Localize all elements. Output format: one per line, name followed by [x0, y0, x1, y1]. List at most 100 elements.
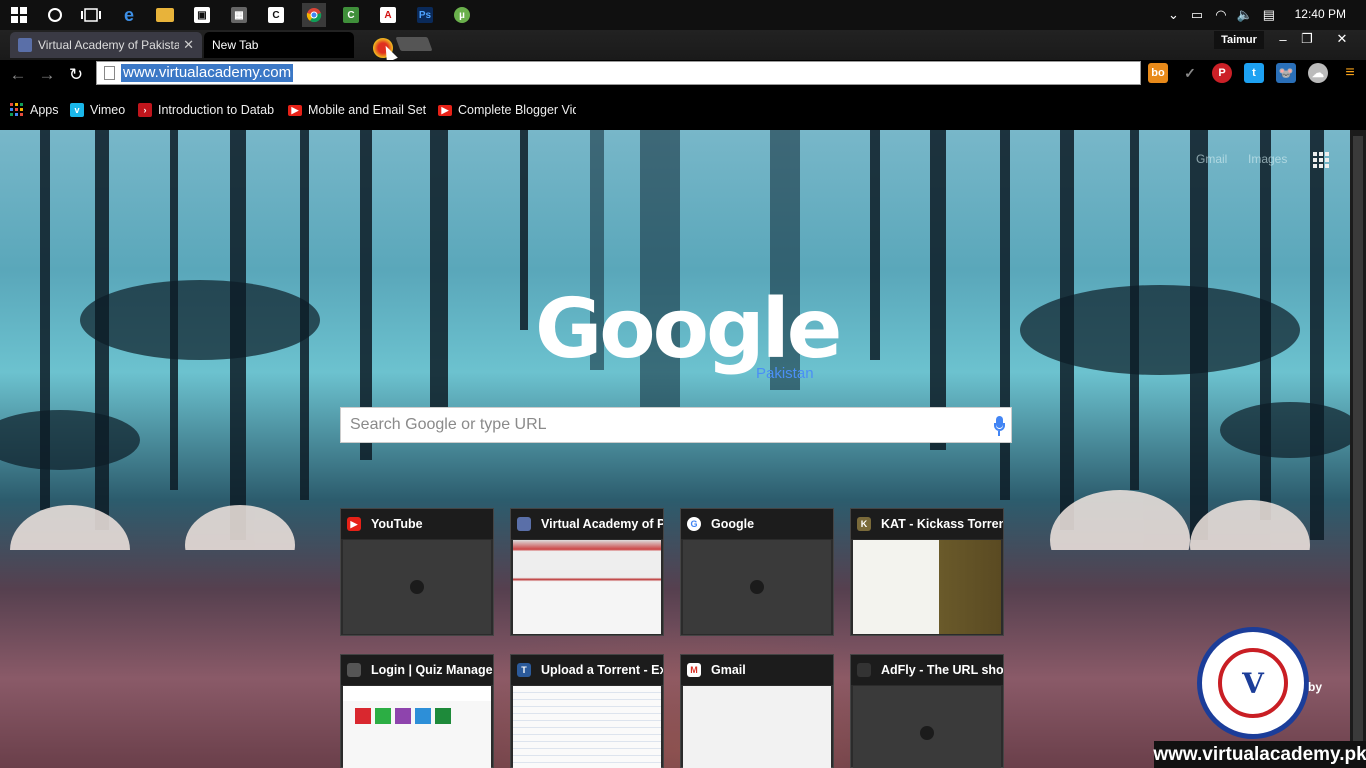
restore-icon[interactable]: ❐: [1293, 30, 1321, 48]
google-logo: Google: [535, 282, 842, 377]
tile-title: Virtual Academy of Pa: [541, 517, 663, 531]
tile-header: T Upload a Torrent - Ext: [511, 655, 663, 685]
most-visited-tile[interactable]: ▶ YouTube: [340, 508, 494, 636]
virtual-academy-logo: V: [1197, 627, 1309, 739]
bookmark-label: Vimeo: [90, 103, 126, 117]
new-tab-button[interactable]: [395, 37, 433, 51]
bookmark-mobile-email[interactable]: ▶ Mobile and Email Setti: [288, 102, 426, 118]
bookmark-label: Apps: [30, 103, 59, 117]
google-apps-icon[interactable]: [1313, 152, 1329, 168]
close-window-icon[interactable]: ✕: [1328, 30, 1356, 48]
vertical-scrollbar[interactable]: [1350, 130, 1366, 768]
windows-start-icon[interactable]: [7, 3, 31, 27]
vimeo-icon: v: [70, 103, 84, 117]
bookmark-complete-blogger[interactable]: ▶ Complete Blogger Vid: [438, 102, 576, 118]
back-icon[interactable]: ←: [7, 64, 29, 86]
virtual-academy-icon: [18, 38, 32, 52]
quiz-icon: [347, 663, 361, 677]
edge-icon[interactable]: e: [117, 3, 141, 27]
mouse-extension-icon[interactable]: 🐭: [1276, 63, 1296, 83]
tab-new-tab[interactable]: New Tab: [204, 32, 354, 58]
tile-header: G Google: [681, 509, 833, 539]
torrent-icon: T: [517, 663, 531, 677]
tile-header: AdFly - The URL shor: [851, 655, 1003, 685]
most-visited-tile[interactable]: Virtual Academy of Pa: [510, 508, 664, 636]
attribution-text: by: [1308, 680, 1323, 694]
bo-extension-icon[interactable]: bo: [1148, 63, 1168, 83]
google-icon: G: [687, 517, 701, 531]
battery-icon[interactable]: ▭: [1191, 7, 1203, 23]
chevron-up-icon[interactable]: ⌄: [1168, 7, 1179, 23]
cloud-extension-icon[interactable]: ☁: [1308, 63, 1328, 83]
gmail-link[interactable]: Gmail: [1196, 152, 1227, 166]
website-watermark: www.virtualacademy.pk: [1153, 741, 1366, 768]
images-link[interactable]: Images: [1248, 152, 1287, 166]
most-visited-tile[interactable]: Login | Quiz Managem: [340, 654, 494, 768]
tile-thumbnail: [513, 686, 661, 768]
tile-thumbnail: [853, 686, 1001, 768]
most-visited-tile[interactable]: M Gmail: [680, 654, 834, 768]
tile-header: Login | Quiz Managem: [341, 655, 493, 685]
volume-icon[interactable]: 🔈: [1237, 7, 1253, 23]
most-visited-tile[interactable]: T Upload a Torrent - Ext: [510, 654, 664, 768]
bookmark-label: Introduction to Datab: [158, 103, 275, 117]
bookmark-introduction-database[interactable]: › Introduction to Datab: [138, 102, 276, 118]
youtube-icon: ▶: [347, 517, 361, 531]
tile-title: AdFly - The URL shor: [881, 663, 1003, 677]
tile-thumbnail: [683, 540, 831, 634]
page-icon: [104, 66, 115, 80]
tab-title: New Tab: [212, 38, 259, 52]
microphone-icon[interactable]: [994, 416, 1005, 436]
bookmark-label: Complete Blogger Vid: [458, 103, 576, 117]
utorrent-icon[interactable]: µ: [450, 3, 474, 27]
tile-title: Upload a Torrent - Ext: [541, 663, 663, 677]
scrollbar-thumb[interactable]: [1353, 136, 1363, 756]
camtasia-recorder-icon[interactable]: C: [339, 3, 363, 27]
menu-icon[interactable]: ≡: [1340, 63, 1360, 83]
close-icon[interactable]: ✕: [183, 37, 194, 53]
adfly-icon: [857, 663, 871, 677]
checkmark-extension-icon[interactable]: ✓: [1180, 63, 1200, 83]
apps-grid-icon: [10, 103, 24, 117]
calculator-icon[interactable]: ▦: [227, 3, 251, 27]
search-box[interactable]: [340, 407, 1012, 443]
cortana-icon[interactable]: [43, 3, 67, 27]
youtube-icon: ▶: [438, 104, 452, 116]
url-text[interactable]: www.virtualacademy.com: [121, 64, 294, 82]
tile-thumbnail: [343, 686, 491, 768]
chrome-icon[interactable]: [302, 3, 326, 27]
profile-button[interactable]: Taimur: [1214, 31, 1264, 49]
most-visited-tile[interactable]: G Google: [680, 508, 834, 636]
wifi-icon[interactable]: ◠: [1215, 7, 1226, 23]
twitter-icon[interactable]: t: [1244, 63, 1264, 83]
task-view-icon[interactable]: [79, 3, 103, 27]
most-visited-tile[interactable]: AdFly - The URL shor: [850, 654, 1004, 768]
forward-icon[interactable]: →: [36, 64, 58, 86]
pinterest-icon[interactable]: P: [1212, 63, 1232, 83]
store-icon[interactable]: ▣: [190, 3, 214, 27]
camtasia-icon[interactable]: C: [264, 3, 288, 27]
file-explorer-icon[interactable]: [153, 3, 177, 27]
tile-title: YouTube: [371, 517, 423, 531]
bookmark-label: Mobile and Email Setti: [308, 103, 426, 117]
most-visited-tile[interactable]: K KAT - Kickass Torrent: [850, 508, 1004, 636]
tile-header: Virtual Academy of Pa: [511, 509, 663, 539]
tile-thumbnail: [513, 540, 661, 634]
virtual-academy-icon: [517, 517, 531, 531]
reload-icon[interactable]: ↻: [65, 64, 87, 86]
tile-thumbnail: [343, 540, 491, 634]
taskbar-clock[interactable]: 12:40 PM: [1295, 7, 1346, 21]
notification-icon[interactable]: ▤: [1263, 7, 1275, 23]
address-bar[interactable]: www.virtualacademy.com: [96, 61, 1141, 85]
search-input[interactable]: [341, 408, 971, 442]
tile-header: K KAT - Kickass Torrent: [851, 509, 1003, 539]
bookmark-apps[interactable]: Apps: [10, 102, 59, 118]
tab-virtual-academy[interactable]: Virtual Academy of Pakistan ✕: [10, 32, 202, 58]
bookmark-vimeo[interactable]: v Vimeo: [70, 102, 125, 118]
photoshop-icon[interactable]: Ps: [413, 3, 437, 27]
bookmarks-bar: Apps v Vimeo › Introduction to Datab ▶ M…: [0, 90, 1366, 130]
gmail-icon: M: [687, 663, 701, 677]
logo-mark: V: [1218, 648, 1288, 718]
acrobat-icon[interactable]: A: [376, 3, 400, 27]
new-tab-page: [0, 130, 1350, 768]
